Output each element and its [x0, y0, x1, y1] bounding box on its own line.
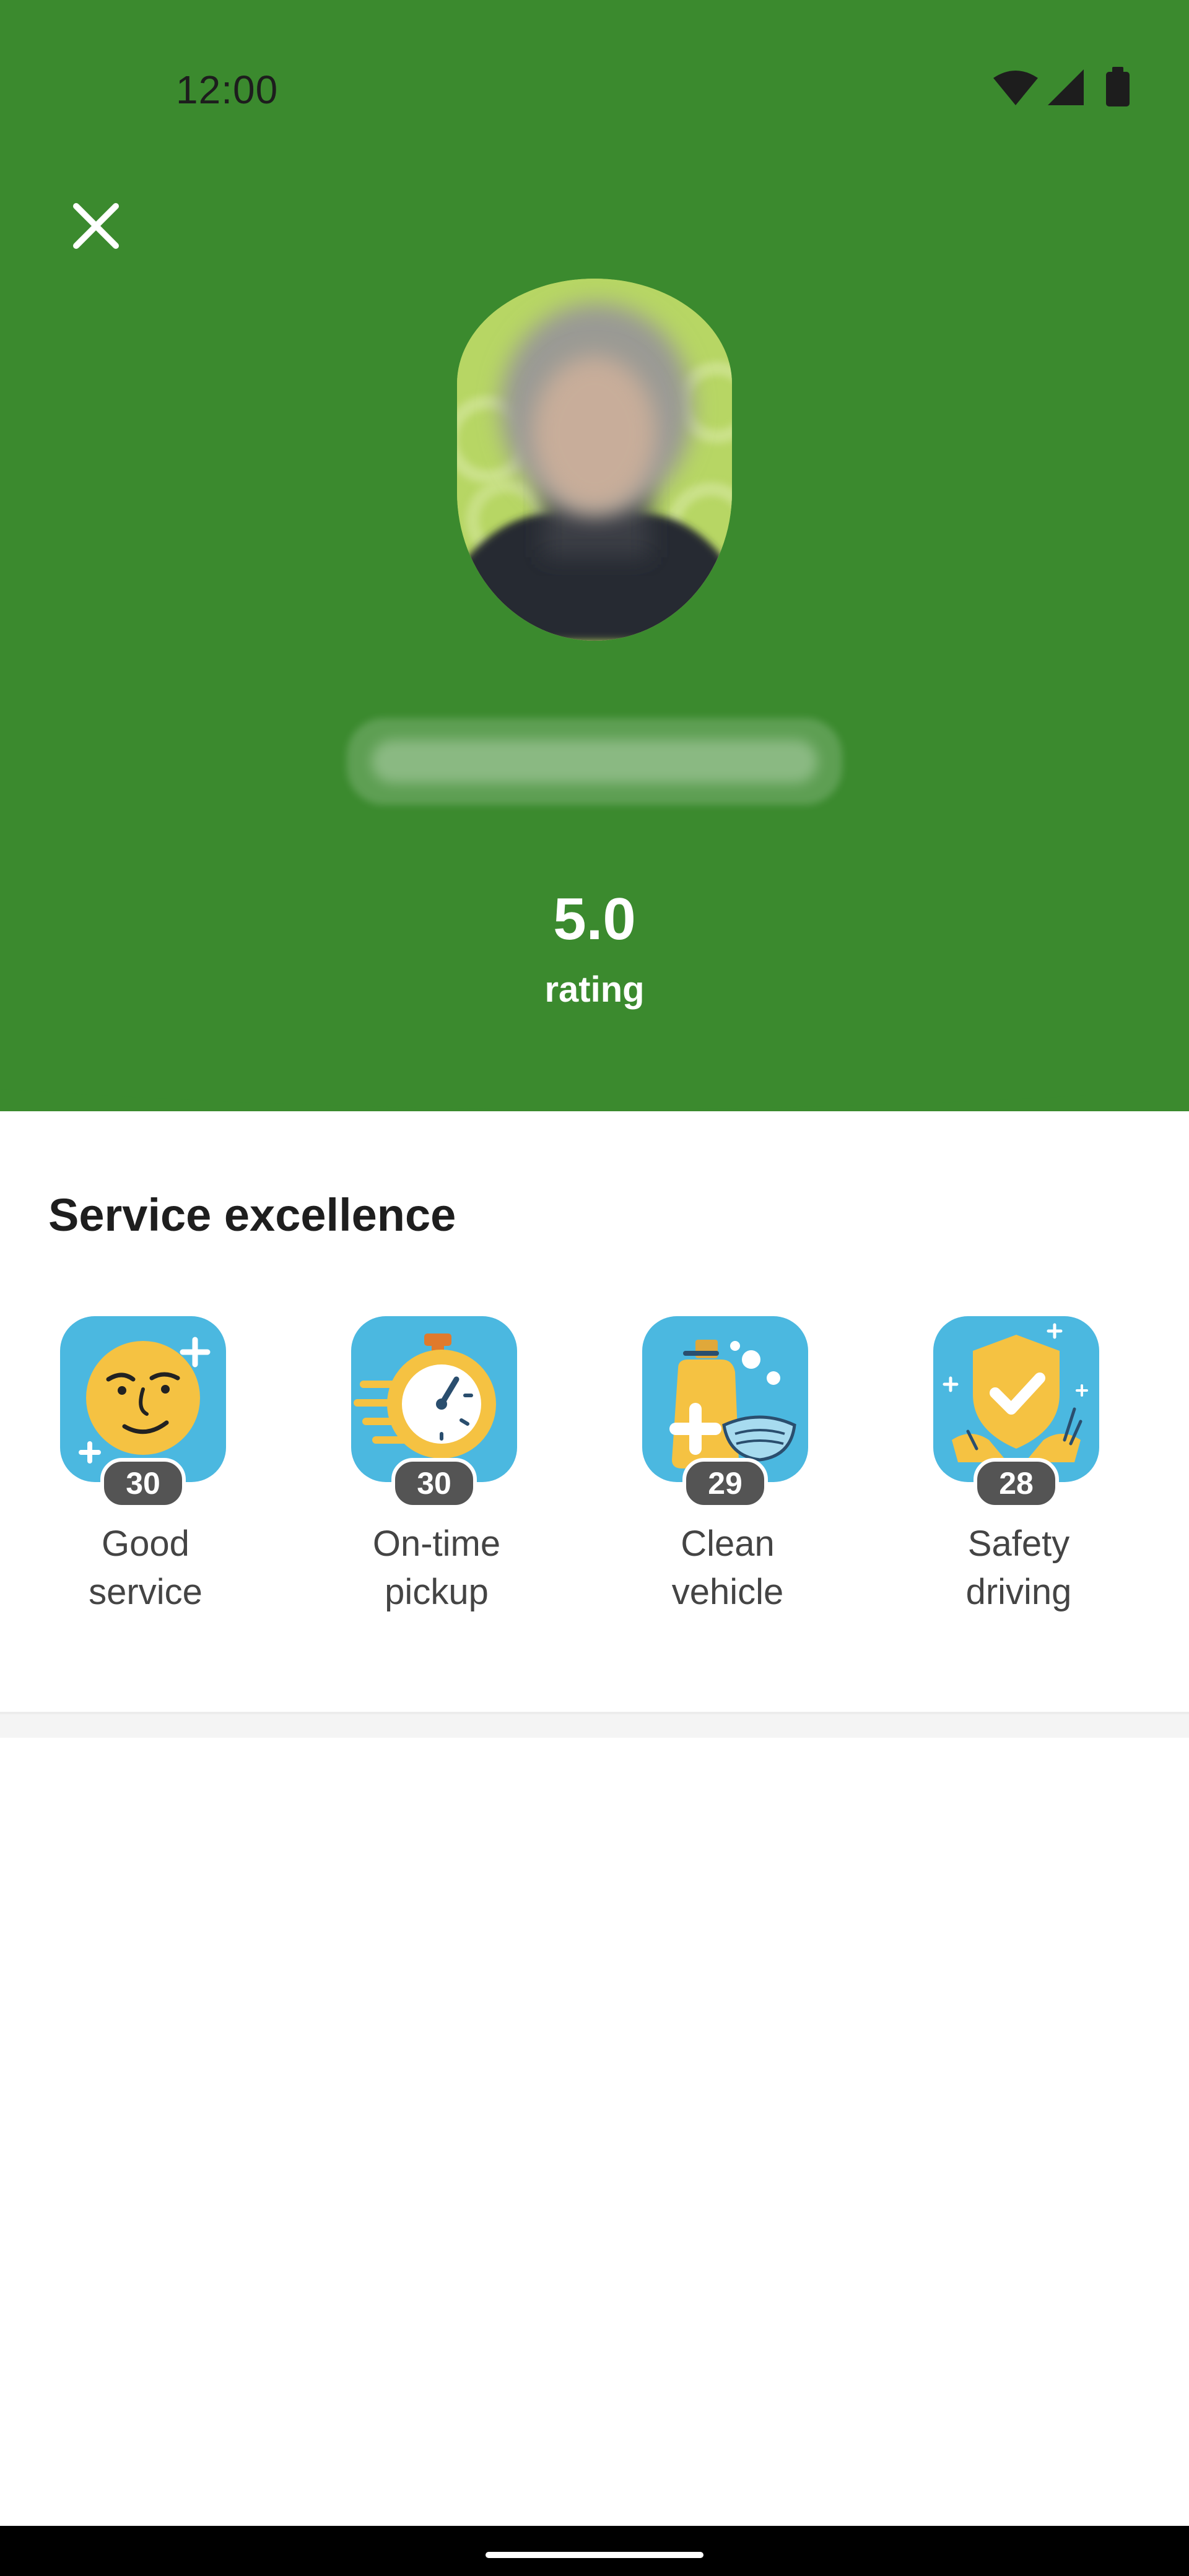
home-gesture-handle[interactable]: [486, 2552, 703, 2558]
header-curve: [0, 1086, 1189, 1109]
driver-avatar: [457, 279, 732, 641]
wifi-icon: [993, 71, 1038, 105]
status-time: 12:00: [176, 67, 279, 112]
shield-check-icon: [943, 1323, 1088, 1462]
rating-label: rating: [544, 969, 645, 1010]
badge-good-service[interactable]: 30 Good service: [0, 1312, 291, 1634]
smiling-face-icon: [79, 1337, 211, 1464]
badge-count: 30: [391, 1458, 477, 1509]
sanitizer-mask-icon: [669, 1340, 796, 1468]
battery-icon: [1106, 67, 1130, 106]
badge-label: Good service: [89, 1524, 203, 1612]
close-button[interactable]: [62, 192, 130, 260]
rating-value: 5.0: [553, 886, 636, 952]
signal-icon: [1048, 69, 1084, 105]
badge-tile: [642, 1316, 808, 1482]
badge-tile: [351, 1316, 517, 1482]
badge-count: 30: [100, 1458, 186, 1509]
badge-label: On-time pickup: [372, 1524, 501, 1612]
badge-safety-driving[interactable]: 28 Safety driving: [873, 1312, 1164, 1634]
badge-label: Safety driving: [965, 1524, 1072, 1612]
badge-clean-vehicle[interactable]: 29 Clean vehicle: [582, 1312, 873, 1634]
section-divider: [0, 1712, 1189, 1738]
badge-count: 28: [973, 1458, 1059, 1509]
badge-count: 29: [682, 1458, 768, 1509]
compliment-badges: 30 Good service 30 On-time pickup 29 Cle…: [0, 1312, 1189, 1634]
section-title: Service excellence: [48, 1189, 456, 1241]
badge-label: Clean vehicle: [671, 1524, 784, 1612]
badge-tile: [933, 1316, 1099, 1482]
badge-tile: [60, 1316, 226, 1482]
close-icon: [73, 203, 119, 249]
system-nav-bar: [0, 2526, 1189, 2576]
badge-on-time-pickup[interactable]: 30 On-time pickup: [291, 1312, 582, 1634]
status-icons: [993, 67, 1130, 106]
stopwatch-icon: [354, 1334, 496, 1459]
